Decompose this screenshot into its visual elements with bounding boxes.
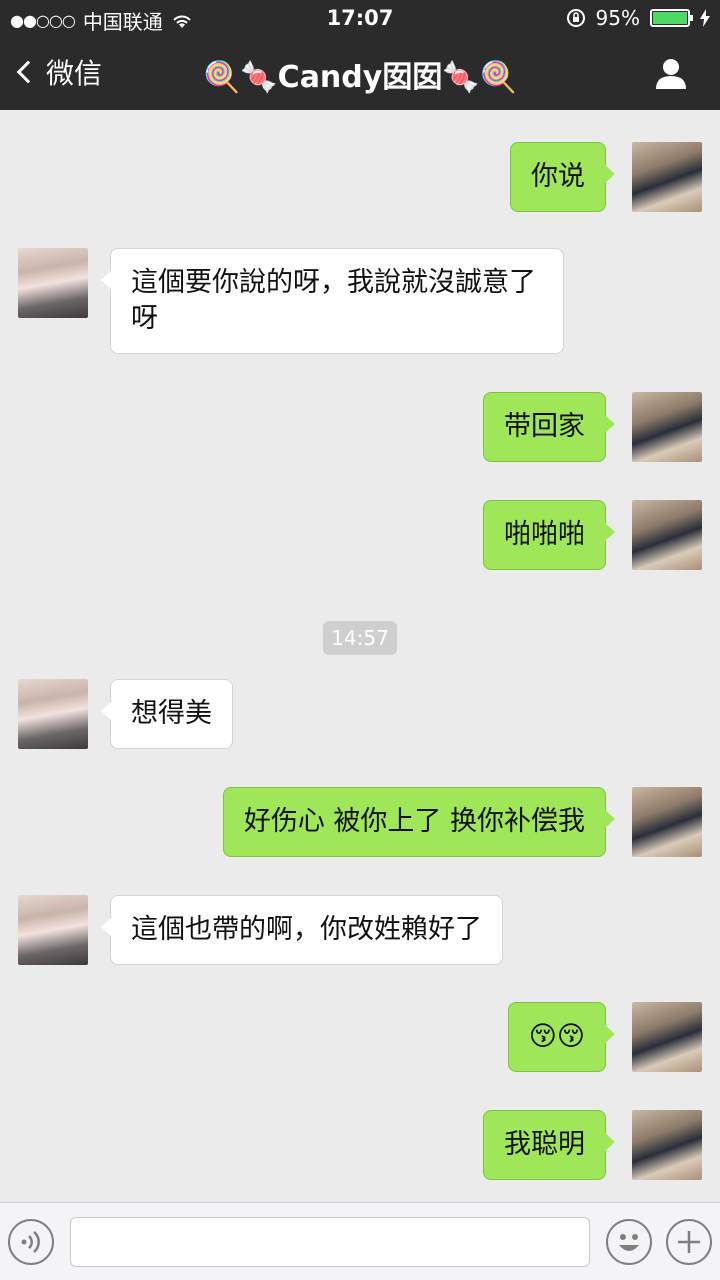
avatar-contact[interactable] xyxy=(18,248,88,318)
voice-icon xyxy=(21,1231,40,1253)
nav-bar: 微信 🍭🍬Candy囡囡🍬🍭 xyxy=(0,38,720,110)
avatar-contact[interactable] xyxy=(18,895,88,965)
message-bubble-outgoing[interactable]: 我聪明 xyxy=(483,1110,615,1180)
time-divider: 14:57 xyxy=(323,621,397,655)
message-bubble-incoming[interactable]: 這個要你說的呀，我說就沒誠意了 呀 xyxy=(101,248,564,354)
message-bubble-incoming[interactable]: 想得美 xyxy=(101,679,233,749)
message-bubble-outgoing[interactable]: 好伤心 被你上了 换你补偿我 xyxy=(222,787,616,857)
message-bubble-outgoing[interactable]: 啪啪啪 xyxy=(483,500,615,570)
message-bubble-outgoing[interactable]: 带回家 xyxy=(483,392,615,462)
avatar-contact[interactable] xyxy=(18,679,88,749)
emoji-icon xyxy=(619,1234,639,1251)
message-bubble-outgoing[interactable]: 😚😚 xyxy=(507,1002,616,1072)
message-bubble-incoming[interactable]: 這個也帶的啊，你改姓賴好了 xyxy=(101,895,503,965)
plus-icon xyxy=(678,1231,700,1253)
avatar-self[interactable] xyxy=(632,1002,702,1072)
battery-fill xyxy=(653,12,688,24)
status-bar: ●●○○○ 中国联通 17:07 95% xyxy=(0,0,720,38)
battery-percent: 95% xyxy=(595,6,640,30)
avatar-self[interactable] xyxy=(632,500,702,570)
voice-button[interactable] xyxy=(8,1219,54,1265)
message-list[interactable]: 你说 這個要你說的呀，我說就沒誠意了 呀 带回家 啪啪啪 14:57 想得美 好… xyxy=(0,110,720,1202)
avatar-self[interactable] xyxy=(632,787,702,857)
emoji-button[interactable] xyxy=(606,1219,652,1265)
plus-button[interactable] xyxy=(666,1219,712,1265)
message-input[interactable] xyxy=(70,1217,590,1267)
status-right: 95% xyxy=(566,6,710,30)
rotation-lock-icon xyxy=(566,9,585,27)
top-bar: ●●○○○ 中国联通 17:07 95% 微信 🍭🍬Candy囡囡🍬🍭 xyxy=(0,0,720,110)
chat-title: 🍭🍬Candy囡囡🍬🍭 xyxy=(202,60,518,95)
battery-icon xyxy=(650,9,693,27)
avatar-self[interactable] xyxy=(632,392,702,462)
input-bar xyxy=(0,1202,720,1280)
charging-icon xyxy=(700,9,710,27)
profile-icon[interactable] xyxy=(654,56,688,90)
avatar-self[interactable] xyxy=(632,1110,702,1180)
message-bubble-outgoing[interactable]: 你说 xyxy=(510,142,615,212)
avatar-self[interactable] xyxy=(632,142,702,212)
